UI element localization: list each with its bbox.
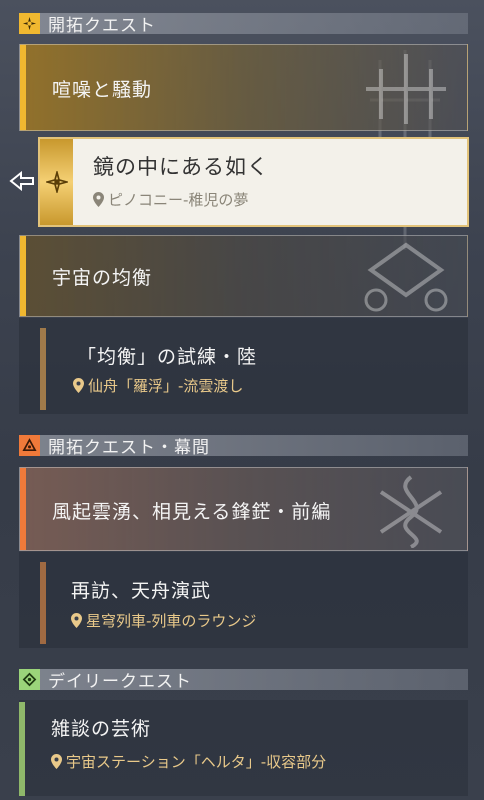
- quest-location-text: 宇宙ステーション「ヘルタ」-収容部分: [66, 753, 327, 771]
- section-header-trailblaze: 開拓クエスト: [19, 13, 468, 36]
- quest-accent-bar: [40, 562, 46, 644]
- quest-accent-bar: [19, 702, 25, 796]
- daily-diamond-icon: [19, 669, 40, 690]
- section-title: 開拓クエスト: [48, 16, 156, 36]
- trailblaze-badge-icon: [40, 139, 73, 225]
- group-accent-bar: [20, 45, 26, 130]
- location-pin-icon: [71, 613, 82, 628]
- quest-title: 鏡の中にある如く: [93, 155, 269, 179]
- section-header-daily: デイリークエスト: [19, 669, 468, 692]
- quest-location: 星穹列車-列車のラウンジ: [71, 610, 256, 631]
- location-pin-icon: [73, 378, 84, 393]
- group-title: 喧噪と騒動: [52, 79, 153, 101]
- group-ornament: [379, 475, 443, 548]
- quest-group-1[interactable]: 喧噪と騒動: [19, 44, 468, 131]
- quest-accent-bar: [40, 328, 46, 410]
- quest-location: 仙舟「羅浮」-流雲渡し: [73, 375, 243, 396]
- trailblaze-star-icon: [19, 13, 40, 34]
- quest-location-text: ピノコニー-稚児の夢: [108, 191, 249, 209]
- quest-item[interactable]: 雑談の芸術 宇宙ステーション「ヘルタ」-収容部分: [19, 700, 468, 796]
- quest-location-text: 星穹列車-列車のラウンジ: [86, 612, 257, 630]
- quest-location: ピノコニー-稚児の夢: [93, 189, 248, 210]
- location-pin-icon: [93, 192, 104, 207]
- group-accent-bar: [20, 468, 26, 550]
- selection-cursor-icon: [9, 171, 34, 191]
- group-title: 宇宙の均衡: [52, 267, 153, 289]
- quest-item-selected[interactable]: 鏡の中にある如く ピノコニー-稚児の夢: [38, 137, 469, 227]
- interlude-triangle-icon: [19, 435, 40, 456]
- quest-title: 雑談の芸術: [51, 718, 152, 740]
- section-title: デイリークエスト: [48, 672, 192, 692]
- section-header-interlude: 開拓クエスト・幕間: [19, 435, 468, 458]
- section-title: 開拓クエスト・幕間: [48, 438, 210, 458]
- quest-group-2[interactable]: 宇宙の均衡: [19, 235, 468, 317]
- quest-location: 宇宙ステーション「ヘルタ」-収容部分: [51, 751, 326, 772]
- group-ornament: [364, 242, 448, 312]
- group-title: 風起雲湧、相見える鋒鋩・前編: [52, 501, 332, 523]
- group-ornament: [366, 54, 446, 124]
- quest-group-3[interactable]: 風起雲湧、相見える鋒鋩・前編: [19, 467, 468, 551]
- quest-title: 「均衡」の試練・陸: [77, 346, 258, 368]
- quest-item[interactable]: 「均衡」の試練・陸 仙舟「羅浮」-流雲渡し: [19, 318, 468, 414]
- quest-location-text: 仙舟「羅浮」-流雲渡し: [88, 377, 244, 395]
- group-accent-bar: [20, 236, 26, 316]
- quest-title: 再訪、天舟演武: [71, 580, 212, 602]
- location-pin-icon: [51, 754, 62, 769]
- quest-item[interactable]: 再訪、天舟演武 星穹列車-列車のラウンジ: [19, 552, 468, 648]
